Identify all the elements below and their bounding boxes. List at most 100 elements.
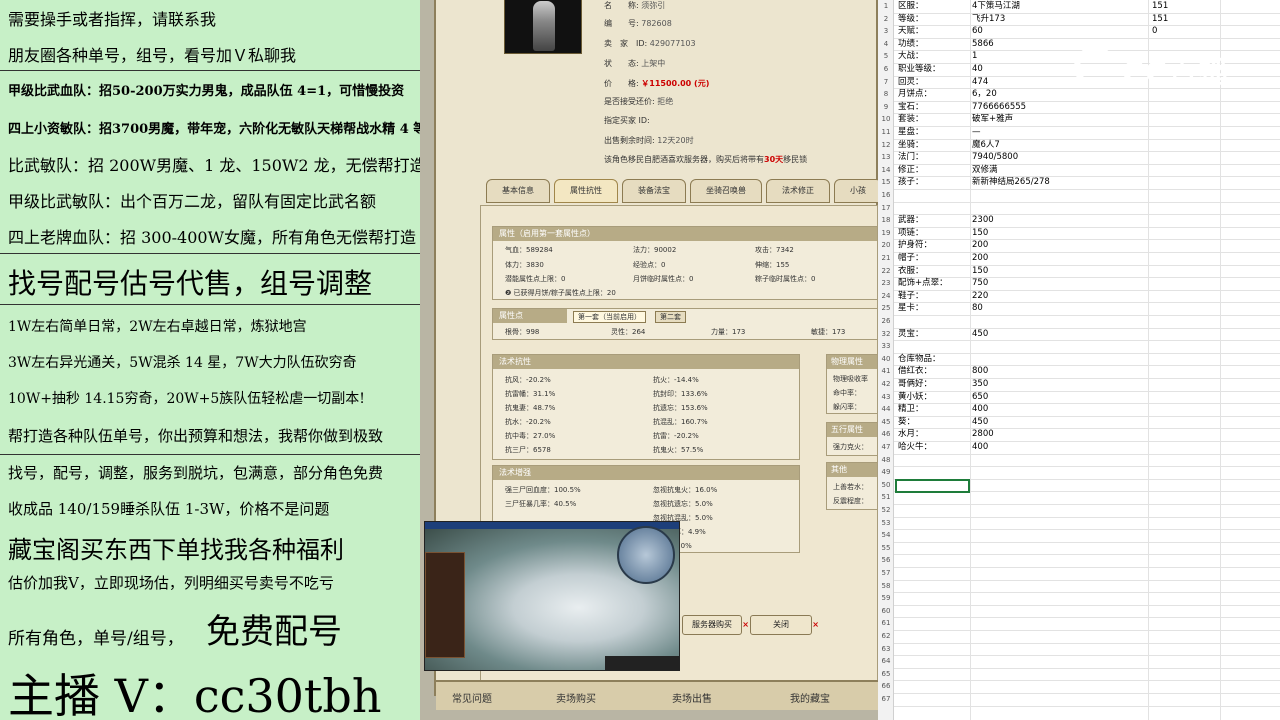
- tab-mounts[interactable]: 坐骑召唤兽: [690, 179, 762, 203]
- game-preview-window[interactable]: [424, 521, 680, 671]
- sheet-cell[interactable]: 220: [972, 290, 988, 303]
- row-number[interactable]: 48: [878, 454, 894, 467]
- row-number[interactable]: 24: [878, 290, 894, 303]
- row-number[interactable]: 10: [878, 113, 894, 126]
- sheet-cell[interactable]: 套装：: [898, 113, 924, 126]
- row-number[interactable]: 47: [878, 441, 894, 454]
- row-number[interactable]: 7: [878, 76, 894, 89]
- sheet-cell[interactable]: 功绩：: [898, 38, 924, 51]
- row-number[interactable]: 54: [878, 529, 894, 542]
- sheet-cell[interactable]: 大战：: [898, 50, 924, 63]
- row-number[interactable]: 8: [878, 88, 894, 101]
- row-number[interactable]: 62: [878, 630, 894, 643]
- sheet-cell[interactable]: 借红衣：: [898, 365, 932, 378]
- row-number[interactable]: 61: [878, 617, 894, 630]
- row-number[interactable]: 4: [878, 38, 894, 51]
- row-number[interactable]: 57: [878, 567, 894, 580]
- row-number[interactable]: 42: [878, 378, 894, 391]
- sheet-cell[interactable]: 衣服：: [898, 265, 924, 278]
- row-number[interactable]: 40: [878, 353, 894, 366]
- nav-sell[interactable]: 卖场出售: [672, 690, 712, 705]
- sheet-cell[interactable]: 40: [972, 63, 983, 76]
- sheet-cell[interactable]: 60: [972, 25, 983, 38]
- sheet-cell[interactable]: 双修满: [972, 164, 998, 177]
- sheet-cell[interactable]: 月饼点：: [898, 88, 932, 101]
- row-number[interactable]: 18: [878, 214, 894, 227]
- row-number[interactable]: 55: [878, 542, 894, 555]
- sheet-cell[interactable]: 灵宝：: [898, 328, 924, 341]
- row-number[interactable]: 16: [878, 189, 894, 202]
- row-number[interactable]: 5: [878, 50, 894, 63]
- sheet-cell[interactable]: 区服：: [898, 0, 924, 13]
- tab-child[interactable]: 小孩: [834, 179, 878, 203]
- sheet-cell[interactable]: 150: [972, 227, 988, 240]
- row-number[interactable]: 15: [878, 176, 894, 189]
- row-number[interactable]: 45: [878, 416, 894, 429]
- row-number[interactable]: 14: [878, 164, 894, 177]
- row-number[interactable]: 58: [878, 580, 894, 593]
- sheet-cell[interactable]: 哥俩好：: [898, 378, 932, 391]
- tab-spell-correction[interactable]: 法术修正: [766, 179, 830, 203]
- row-number[interactable]: 33: [878, 340, 894, 353]
- sheet-cell[interactable]: —: [972, 126, 981, 139]
- row-number[interactable]: 56: [878, 554, 894, 567]
- row-number[interactable]: 12: [878, 139, 894, 152]
- sheet-cell[interactable]: 帽子：: [898, 252, 924, 265]
- row-number[interactable]: 32: [878, 328, 894, 341]
- sheet-cell[interactable]: 黄小妖：: [898, 391, 932, 404]
- nav-buy[interactable]: 卖场购买: [556, 690, 596, 705]
- tab-equipment[interactable]: 装备法宝: [622, 179, 686, 203]
- sheet-cell[interactable]: 474: [972, 76, 988, 89]
- sheet-cell[interactable]: 新新神结局265/278: [972, 176, 1050, 189]
- sheet-cell[interactable]: 4下策马江湖: [972, 0, 1020, 13]
- sheet-cell[interactable]: 0: [1152, 25, 1157, 38]
- sheet-cell[interactable]: 水月：: [898, 428, 924, 441]
- row-number[interactable]: 3: [878, 25, 894, 38]
- sheet-cell[interactable]: 400: [972, 403, 988, 416]
- sheet-cell[interactable]: 7940/5800: [972, 151, 1018, 164]
- row-number[interactable]: 17: [878, 202, 894, 215]
- close-button[interactable]: 关闭 ×: [750, 615, 819, 635]
- sheet-cell[interactable]: 星卡：: [898, 302, 924, 315]
- row-number[interactable]: 6: [878, 63, 894, 76]
- row-number[interactable]: 25: [878, 302, 894, 315]
- tab-basic-info[interactable]: 基本信息: [486, 179, 550, 203]
- sheet-cell[interactable]: 750: [972, 277, 988, 290]
- sheet-cell[interactable]: 2800: [972, 428, 994, 441]
- sheet-cell[interactable]: 151: [1152, 0, 1168, 13]
- sheet-cell[interactable]: 1: [972, 50, 977, 63]
- sheet-cell[interactable]: 6，20: [972, 88, 997, 101]
- sheet-cell[interactable]: 800: [972, 365, 988, 378]
- sheet-cell[interactable]: 葵：: [898, 416, 915, 429]
- sheet-cell[interactable]: 7766666555: [972, 101, 1026, 114]
- sheet-cell[interactable]: 仓库物品：: [898, 353, 941, 366]
- sheet-cell[interactable]: 150: [972, 265, 988, 278]
- server-buy-button[interactable]: 服务器购买 ×: [682, 615, 749, 635]
- nav-my-treasure[interactable]: 我的藏宝: [790, 690, 830, 705]
- row-number[interactable]: 65: [878, 668, 894, 681]
- row-number[interactable]: 21: [878, 252, 894, 265]
- sheet-cell[interactable]: 等级：: [898, 13, 924, 26]
- sheet-cell[interactable]: 护身符：: [898, 239, 932, 252]
- row-number[interactable]: 26: [878, 315, 894, 328]
- sheet-cell[interactable]: 350: [972, 378, 988, 391]
- row-number[interactable]: 53: [878, 517, 894, 530]
- row-number[interactable]: 44: [878, 403, 894, 416]
- sheet-cell[interactable]: 450: [972, 328, 988, 341]
- row-number[interactable]: 13: [878, 151, 894, 164]
- sheet-cell[interactable]: 2300: [972, 214, 994, 227]
- tab-points-set2[interactable]: 第二套: [655, 311, 686, 323]
- sheet-cell[interactable]: 孩子：: [898, 176, 924, 189]
- row-number[interactable]: 2: [878, 13, 894, 26]
- row-number[interactable]: 59: [878, 592, 894, 605]
- row-number[interactable]: 51: [878, 491, 894, 504]
- selected-cell[interactable]: [895, 479, 970, 493]
- sheet-cell[interactable]: 魔6人7: [972, 139, 1000, 152]
- sheet-cell[interactable]: 80: [972, 302, 983, 315]
- row-number[interactable]: 64: [878, 655, 894, 668]
- row-number[interactable]: 63: [878, 643, 894, 656]
- row-number[interactable]: 41: [878, 365, 894, 378]
- tab-points-set1[interactable]: 第一套（当前启用）: [573, 311, 646, 323]
- row-number[interactable]: 19: [878, 227, 894, 240]
- sheet-cell[interactable]: 200: [972, 252, 988, 265]
